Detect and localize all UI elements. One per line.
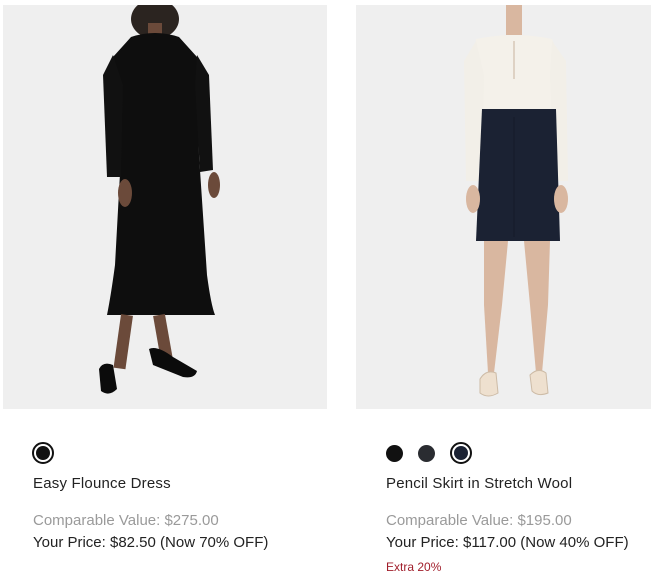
product-image[interactable] — [3, 5, 327, 409]
color-swatches — [386, 442, 472, 464]
comparable-value: Comparable Value: $275.00 — [33, 512, 219, 529]
comparable-value: Comparable Value: $195.00 — [386, 512, 572, 529]
your-price: Your Price: $82.50 (Now 70% OFF) — [33, 534, 269, 551]
skirt-model-illustration — [464, 5, 568, 397]
dress-model-illustration — [99, 5, 220, 394]
your-price: Your Price: $117.00 (Now 40% OFF) — [386, 534, 629, 551]
extra-discount-badge: Extra 20% — [386, 560, 442, 574]
color-swatch-charcoal[interactable] — [418, 444, 435, 462]
product-image[interactable] — [356, 5, 651, 409]
product-name[interactable]: Pencil Skirt in Stretch Wool — [386, 475, 572, 492]
color-swatch-navy-selected[interactable] — [450, 442, 472, 464]
color-swatches — [32, 442, 54, 464]
color-swatch-black[interactable] — [386, 444, 403, 462]
color-swatch-black-selected[interactable] — [32, 442, 54, 464]
product-name[interactable]: Easy Flounce Dress — [33, 475, 171, 492]
product-card-easy-flounce-dress[interactable]: Easy Flounce Dress Comparable Value: $27… — [3, 5, 327, 551]
product-card-pencil-skirt[interactable]: Pencil Skirt in Stretch Wool Comparable … — [356, 5, 651, 574]
